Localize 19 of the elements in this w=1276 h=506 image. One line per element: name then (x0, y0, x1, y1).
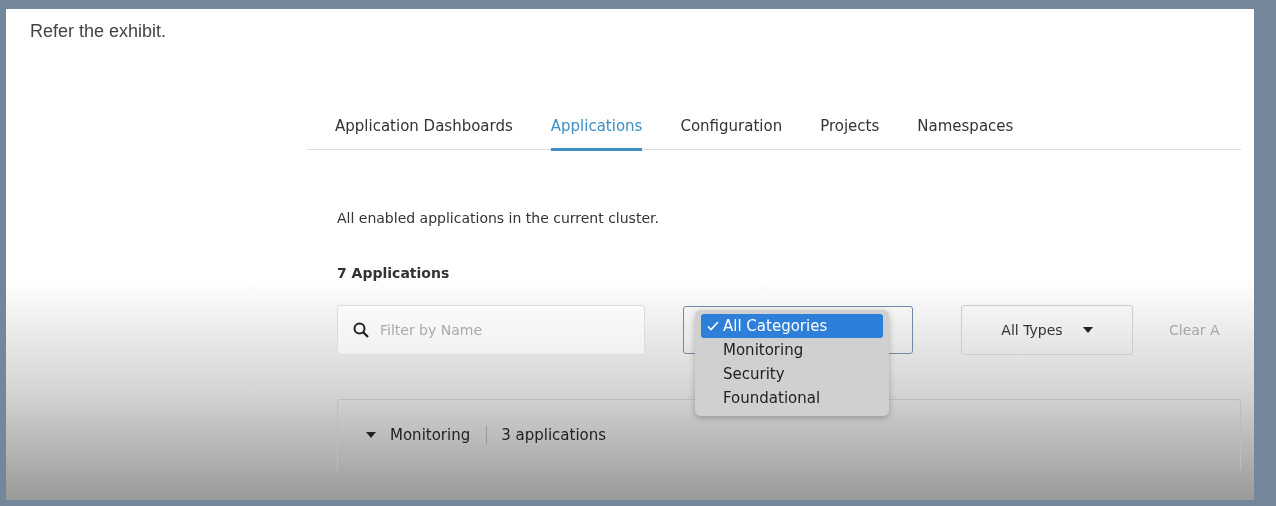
prompt-text: Refer the exhibit. (30, 21, 168, 42)
menu-option[interactable]: Security (701, 362, 883, 386)
nav-tab[interactable]: Applications (550, 114, 643, 151)
check-icon (707, 320, 719, 332)
menu-option[interactable]: Monitoring (701, 338, 883, 362)
description-text: All enabled applications in the current cluster. (337, 210, 660, 226)
nav-tab[interactable]: Projects (820, 114, 880, 151)
nav-tab[interactable]: Configuration (680, 114, 783, 151)
group-name: Monitoring (390, 426, 488, 444)
menu-option[interactable]: All Categories (701, 314, 883, 338)
search-icon (353, 322, 369, 338)
group-count: 3 applications (501, 426, 607, 444)
applications-count: 7 Applications (337, 265, 451, 281)
caret-icon (1082, 327, 1093, 333)
type-dropdown[interactable]: All Types (961, 305, 1133, 355)
nav-tab[interactable]: Application Dashboards (335, 114, 513, 151)
search-field[interactable]: Filter by Name (337, 305, 645, 355)
caret-icon (366, 432, 376, 438)
nav-tab[interactable]: Namespaces (917, 114, 1014, 151)
